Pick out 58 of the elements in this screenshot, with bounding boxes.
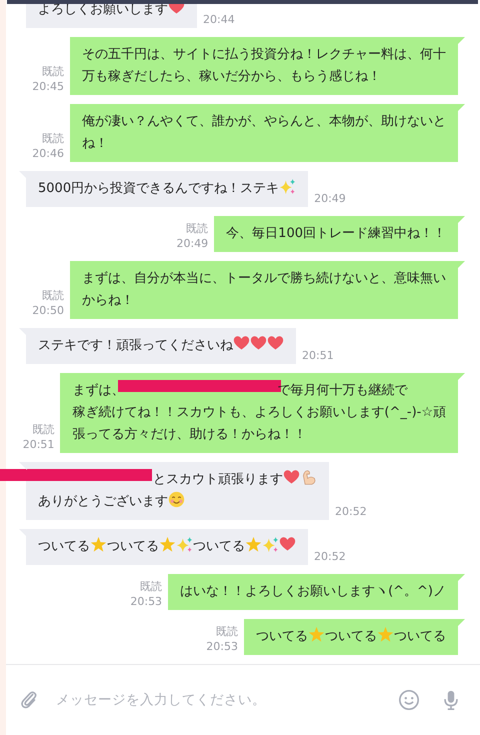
sparkle-icon (262, 536, 279, 553)
message-text: 俺が凄い？んやくて、誰かが、やらんと、本物が、助けないと (82, 114, 446, 129)
star-icon (308, 626, 325, 643)
message-text: その五千円は、サイトに払う投資分ね！レクチャー料は、何十 (82, 47, 446, 62)
read-receipt: 既読 (42, 288, 64, 303)
timestamp: 20:46 (32, 146, 64, 161)
message-text: まずは、 (72, 383, 124, 398)
message-text: ついてる (193, 539, 245, 554)
timestamp: 20:49 (314, 191, 346, 206)
star-icon (377, 626, 394, 643)
message-text: ありがとうございます (38, 494, 168, 509)
read-receipt: 既読 (186, 221, 208, 236)
message-text: まずは、自分が本当に、トータルで勝ち続けないと、意味無い (82, 271, 446, 286)
message-text: ついてる (107, 539, 159, 554)
message-text: ついてる (256, 629, 308, 644)
message-text: とスカウト頑張ります (153, 472, 283, 487)
message-text: 稼ぎ続けてね！！スカウトも、よろしくお願いします(^_-)-☆頑 (72, 405, 446, 420)
message-text: で毎月何十万も継続で (277, 383, 408, 398)
star-icon (245, 536, 262, 553)
read-receipt: 既読 (32, 422, 54, 437)
star-icon (159, 536, 176, 553)
heart-icon (279, 536, 296, 553)
timestamp: 20:52 (335, 504, 367, 519)
timestamp: 20:51 (302, 348, 334, 363)
emoji-icon[interactable] (398, 689, 420, 711)
message-text: ね！ (82, 136, 108, 151)
read-receipt: 既読 (42, 64, 64, 79)
message-text: 今、毎日100回トレード練習中ね！！ (226, 226, 446, 241)
message-text: からね！ (82, 293, 134, 308)
read-receipt: 既読 (140, 579, 162, 594)
star-icon (90, 536, 107, 553)
timestamp: 20:51 (22, 437, 54, 452)
sparkle-icon (176, 536, 193, 553)
read-receipt: 既読 (42, 131, 64, 146)
heart-icon (233, 335, 250, 352)
timestamp: 20:44 (203, 12, 235, 27)
message-text: ステキです！頑張ってくださいね (38, 338, 233, 353)
flexed-arm-icon (300, 469, 317, 486)
message-text: ついてる (325, 629, 377, 644)
timestamp: 20:53 (206, 639, 238, 654)
message-text: はいな！！よろしくお願いしますヽ(^。^)ノ (180, 584, 446, 599)
timestamp: 20:49 (176, 236, 208, 251)
timestamp: 20:52 (314, 549, 346, 564)
heart-icon (250, 335, 267, 352)
message-text: ついてる (394, 629, 446, 644)
message-text: ついてる (38, 539, 90, 554)
sparkle-icon (279, 178, 296, 195)
smile-icon (168, 491, 185, 508)
timestamp: 20:45 (32, 79, 64, 94)
heart-icon (267, 335, 284, 352)
heart-icon (283, 469, 300, 486)
timestamp: 20:50 (32, 303, 64, 318)
read-receipt: 既読 (216, 624, 238, 639)
message-input-field[interactable]: メッセージを入力してください。 (54, 691, 384, 709)
message-text: 5000円から投資できるんですね！ステキ (38, 181, 280, 196)
message-text: 万も稼ぎだしたら、稼いだ分から、もらう感じね！ (82, 69, 381, 84)
message-text: 張ってる方々だけ、助ける！からね！！ (72, 427, 306, 442)
timestamp: 20:53 (130, 594, 162, 609)
